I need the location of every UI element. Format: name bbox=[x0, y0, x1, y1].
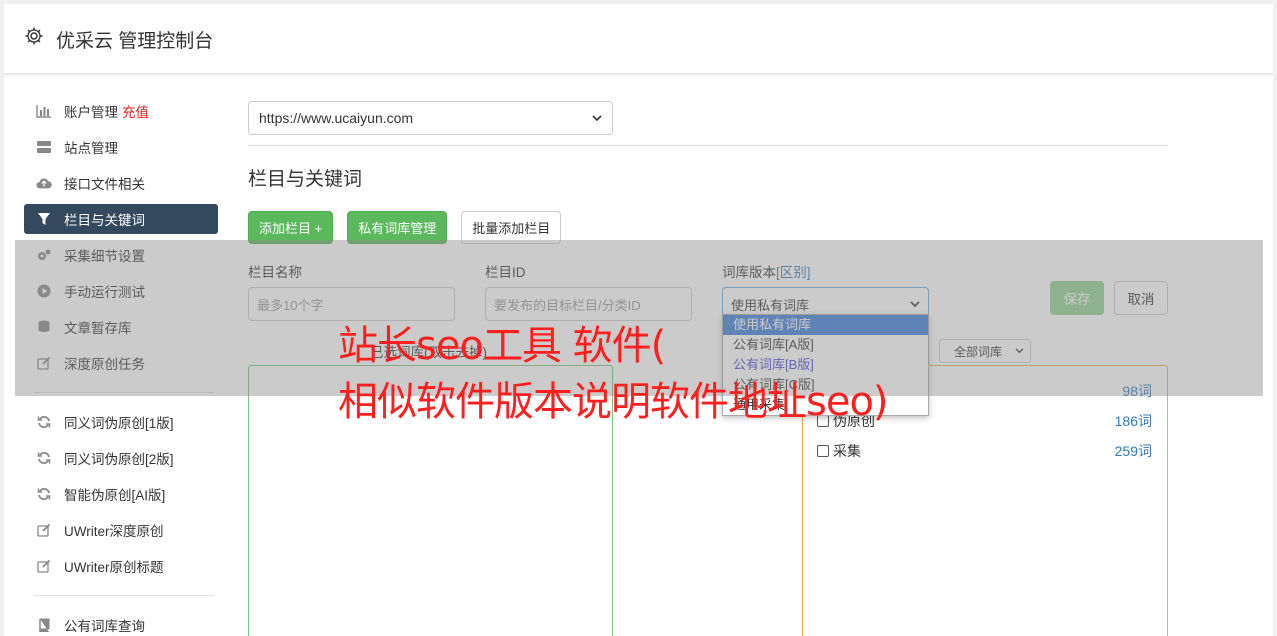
watermark-line: 站长seo工具 软件( bbox=[338, 323, 666, 369]
watermark-line: 相似软件版本说明软件地址seo) bbox=[338, 379, 889, 425]
sidebar-item-account[interactable]: 账户管理 充值 bbox=[24, 96, 218, 126]
sidebar-item-label: 同义词伪原创[2版] bbox=[64, 452, 174, 467]
sidebar-item-label: 公有词库查询 bbox=[64, 619, 145, 634]
sidebar-item-sites[interactable]: 站点管理 bbox=[24, 132, 218, 162]
sidebar-item-label: 账户管理 bbox=[64, 105, 118, 120]
lib-row-label: 采集 bbox=[833, 443, 861, 459]
edit-icon bbox=[36, 558, 52, 574]
lib-row-count: 259词 bbox=[1114, 443, 1152, 459]
page-title: 优采云 管理控制台 bbox=[56, 31, 214, 52]
sidebar-item-label: UWriter原创标题 bbox=[64, 560, 164, 575]
refresh-icon bbox=[36, 450, 52, 466]
top-header: 优采云 管理控制台 bbox=[4, 4, 1273, 74]
sidebar-item-label: 智能伪原创[AI版] bbox=[64, 488, 166, 503]
sidebar-item-label: 栏目与关键词 bbox=[64, 213, 145, 228]
edit-icon bbox=[36, 522, 52, 538]
lib-row[interactable]: 采集 259词 bbox=[817, 440, 1152, 462]
checkbox-box[interactable] bbox=[817, 445, 829, 457]
filter-icon bbox=[36, 211, 52, 227]
chevron-down-icon bbox=[592, 114, 602, 121]
sidebar-item-uwriter-title[interactable]: UWriter原创标题 bbox=[24, 551, 218, 581]
sidebar-item-label: 站点管理 bbox=[64, 141, 118, 156]
sidebar-item-ai-rewrite[interactable]: 智能伪原创[AI版] bbox=[24, 479, 218, 509]
sidebar-item-synonym-v2[interactable]: 同义词伪原创[2版] bbox=[24, 443, 218, 473]
refresh-icon bbox=[36, 486, 52, 502]
refresh-icon bbox=[36, 414, 52, 430]
sidebar-item-label: UWriter深度原创 bbox=[64, 524, 164, 539]
recharge-link[interactable]: 充值 bbox=[122, 101, 149, 121]
sidebar-item-uwriter-deep[interactable]: UWriter深度原创 bbox=[24, 515, 218, 545]
site-select-value: https://www.ucaiyun.com bbox=[259, 110, 414, 126]
divider bbox=[248, 145, 1168, 146]
gear-icon bbox=[25, 27, 43, 45]
sidebar-item-label: 同义词伪原创[1版] bbox=[64, 416, 174, 431]
bar-chart-icon bbox=[36, 103, 52, 119]
sidebar-item-public-lib[interactable]: 公有词库查询 bbox=[24, 610, 218, 636]
sidebar-divider bbox=[34, 595, 214, 596]
book-icon bbox=[36, 617, 52, 633]
main-content: https://www.ucaiyun.com 栏目与关键词 添加栏目 + 私有… bbox=[248, 101, 1168, 636]
lib-row-count: 186词 bbox=[1114, 413, 1152, 429]
sidebar-item-columns[interactable]: 栏目与关键词 bbox=[24, 204, 218, 234]
cloud-upload-icon bbox=[36, 175, 52, 191]
lib-checkbox[interactable]: 采集 bbox=[817, 441, 861, 461]
sidebar-item-label: 接口文件相关 bbox=[64, 177, 145, 192]
site-select[interactable]: https://www.ucaiyun.com bbox=[248, 101, 613, 135]
sidebar-item-interface[interactable]: 接口文件相关 bbox=[24, 168, 218, 198]
server-icon bbox=[36, 139, 52, 155]
watermark-text: 站长seo工具 软件( 相似软件版本说明软件地址seo) bbox=[338, 318, 889, 430]
sidebar-item-synonym-v1[interactable]: 同义词伪原创[1版] bbox=[24, 407, 218, 437]
section-title: 栏目与关键词 bbox=[248, 169, 363, 190]
